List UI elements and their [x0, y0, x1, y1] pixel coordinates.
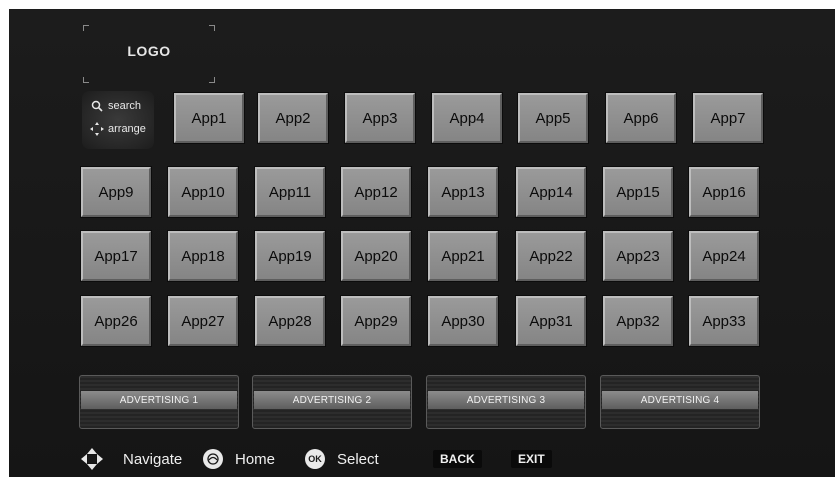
app-tile[interactable]: App7 [693, 93, 763, 143]
advertising-banner[interactable]: ADVERTISING 1 [79, 375, 239, 429]
logo-corner-mark [209, 77, 215, 83]
app-tile[interactable]: App14 [516, 167, 586, 217]
app-tile[interactable]: App6 [606, 93, 676, 143]
arrange-icon [88, 122, 106, 136]
logo-corner-mark [209, 25, 215, 31]
app-tile[interactable]: App19 [255, 231, 325, 281]
app-tile[interactable]: App24 [689, 231, 759, 281]
app-tile[interactable]: App1 [174, 93, 244, 143]
exit-button[interactable]: EXIT [511, 450, 552, 468]
app-launcher-screen: LOGO search arrange App1 App2 App3 App4 App5… [9, 9, 835, 477]
app-tile[interactable]: App15 [603, 167, 673, 217]
arrange-button[interactable]: arrange [88, 119, 146, 139]
app-tile[interactable]: App21 [428, 231, 498, 281]
app-tile[interactable]: App30 [428, 296, 498, 346]
advertising-banner[interactable]: ADVERTISING 2 [252, 375, 412, 429]
home-label: Home [235, 450, 276, 468]
app-tile[interactable]: App26 [81, 296, 151, 346]
advertising-label: ADVERTISING 2 [254, 391, 410, 409]
app-tile[interactable]: App33 [689, 296, 759, 346]
app-tile[interactable]: App9 [81, 167, 151, 217]
navigate-label: Navigate [123, 450, 183, 468]
advertising-banner[interactable]: ADVERTISING 4 [600, 375, 760, 429]
advertising-label: ADVERTISING 1 [81, 391, 237, 409]
app-tile[interactable]: App23 [603, 231, 673, 281]
app-tile[interactable]: App22 [516, 231, 586, 281]
app-tile[interactable]: App18 [168, 231, 238, 281]
app-tile[interactable]: App20 [341, 231, 411, 281]
app-tile[interactable]: App32 [603, 296, 673, 346]
app-tile[interactable]: App4 [432, 93, 502, 143]
app-tile[interactable]: App29 [341, 296, 411, 346]
app-tile[interactable]: App2 [258, 93, 328, 143]
app-tile[interactable]: App3 [345, 93, 415, 143]
app-tile[interactable]: App10 [168, 167, 238, 217]
app-tile[interactable]: App11 [255, 167, 325, 217]
arrange-label: arrange [108, 123, 146, 135]
search-button[interactable]: search [88, 96, 141, 116]
advertising-label: ADVERTISING 3 [428, 391, 584, 409]
back-button[interactable]: BACK [433, 450, 482, 468]
search-label: search [108, 100, 142, 112]
advertising-banner[interactable]: ADVERTISING 3 [426, 375, 586, 429]
app-tile[interactable]: App12 [341, 167, 411, 217]
search-icon [88, 100, 106, 112]
app-tile[interactable]: App27 [168, 296, 238, 346]
app-tile[interactable]: App31 [516, 296, 586, 346]
home-icon [203, 445, 223, 473]
logo-corner-mark [83, 77, 89, 83]
ok-icon: OK [305, 445, 325, 473]
select-label: Select [337, 450, 379, 468]
app-tile[interactable]: App28 [255, 296, 325, 346]
advertising-label: ADVERTISING 4 [602, 391, 758, 409]
logo-text: LOGO [127, 43, 171, 59]
tools-panel: search arrange [82, 91, 154, 149]
app-tile[interactable]: App16 [689, 167, 759, 217]
app-tile[interactable]: App5 [518, 93, 588, 143]
logo-corner-mark [83, 25, 89, 31]
logo-box: LOGO [83, 25, 215, 83]
dpad-icon [79, 445, 105, 473]
app-tile[interactable]: App13 [428, 167, 498, 217]
app-tile[interactable]: App17 [81, 231, 151, 281]
